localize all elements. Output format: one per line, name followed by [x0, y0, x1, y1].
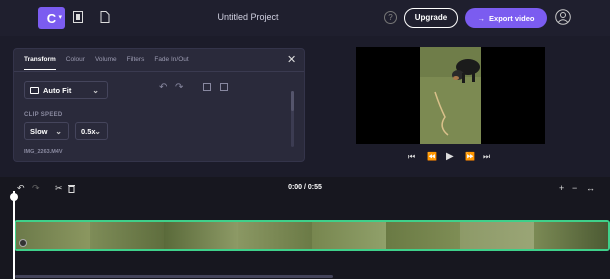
clip-thumbnail: [90, 222, 164, 249]
speed-multiplier-dropdown[interactable]: 0.5x ⌄: [75, 122, 108, 140]
fit-value: Auto Fit: [43, 85, 72, 95]
video-frame: [420, 47, 481, 144]
clip-thumbnail: [238, 222, 312, 249]
playback-controls: ⏮ ⏪ ▶ ⏩ ⏭: [405, 151, 495, 164]
video-preview[interactable]: [356, 47, 545, 144]
file-name: IMG_2263.M4V: [24, 149, 63, 155]
avatar-icon[interactable]: [555, 9, 571, 25]
chevron-down-icon: ⌄: [94, 127, 101, 136]
timeline-scrollbar[interactable]: [15, 275, 333, 278]
help-icon[interactable]: ?: [384, 11, 397, 24]
tab-transform[interactable]: Transform: [24, 56, 56, 70]
rotate-left-icon[interactable]: ↶: [159, 82, 167, 93]
clip-speed-label: CLIP SPEED: [24, 112, 63, 118]
clip-thumbnail: [16, 222, 90, 249]
tab-volume[interactable]: Volume: [95, 56, 117, 70]
playhead[interactable]: [13, 191, 15, 279]
clip-thumbnail: [312, 222, 386, 249]
aspect-icon: [30, 86, 39, 94]
close-icon[interactable]: ✕: [287, 53, 296, 66]
arrow-right-icon: →: [477, 13, 486, 23]
skip-forward-icon[interactable]: ⏭: [483, 152, 490, 162]
flip-vertical-icon[interactable]: [220, 83, 228, 91]
dog-frame-image: [420, 47, 481, 144]
timeline: ↶ ↷ ✂ 0:00 / 0:55 + − ↔: [0, 177, 610, 279]
rewind-icon[interactable]: ⏪: [427, 152, 437, 161]
tab-filters[interactable]: Filters: [127, 56, 145, 70]
clip-thumbnail: [386, 222, 460, 249]
playhead-handle[interactable]: [10, 193, 18, 201]
tab-divider: [14, 71, 304, 72]
clip-thumbnail: [164, 222, 238, 249]
volume-icon[interactable]: [19, 239, 27, 247]
tab-colour[interactable]: Colour: [66, 56, 85, 70]
zoom-fit-icon[interactable]: ↔: [586, 183, 595, 193]
rotate-right-icon[interactable]: ↷: [175, 82, 183, 93]
clip-thumbnail: [460, 222, 534, 249]
top-bar: C ▾ Untitled Project ? Upgrade → Export …: [0, 0, 610, 36]
speed-value: Slow: [30, 126, 48, 136]
panel-scrollbar-thumb[interactable]: [291, 91, 294, 111]
fast-forward-icon[interactable]: ⏩: [465, 152, 475, 161]
chevron-down-icon: ⌄: [92, 86, 99, 95]
panel-tabs: Transform Colour Volume Filters Fade In/…: [24, 56, 199, 70]
skip-back-icon[interactable]: ⏮: [408, 152, 415, 162]
tab-fade[interactable]: Fade In/Out: [154, 56, 188, 70]
fit-dropdown[interactable]: Auto Fit ⌄: [24, 81, 108, 99]
export-video-label: Export video: [489, 13, 535, 23]
export-video-button[interactable]: → Export video: [465, 8, 547, 28]
flip-horizontal-icon[interactable]: [203, 83, 211, 91]
upgrade-button[interactable]: Upgrade: [404, 8, 458, 28]
properties-panel: Transform Colour Volume Filters Fade In/…: [13, 48, 305, 162]
chevron-down-icon: ⌄: [55, 127, 62, 136]
time-display: 0:00 / 0:55: [288, 184, 322, 191]
zoom-out-icon[interactable]: −: [572, 183, 577, 193]
clip-thumbnail: [534, 222, 608, 249]
play-icon[interactable]: ▶: [446, 151, 454, 162]
zoom-in-icon[interactable]: +: [559, 183, 564, 193]
speed-dropdown[interactable]: Slow ⌄: [24, 122, 69, 140]
video-clip-track[interactable]: [14, 220, 610, 251]
